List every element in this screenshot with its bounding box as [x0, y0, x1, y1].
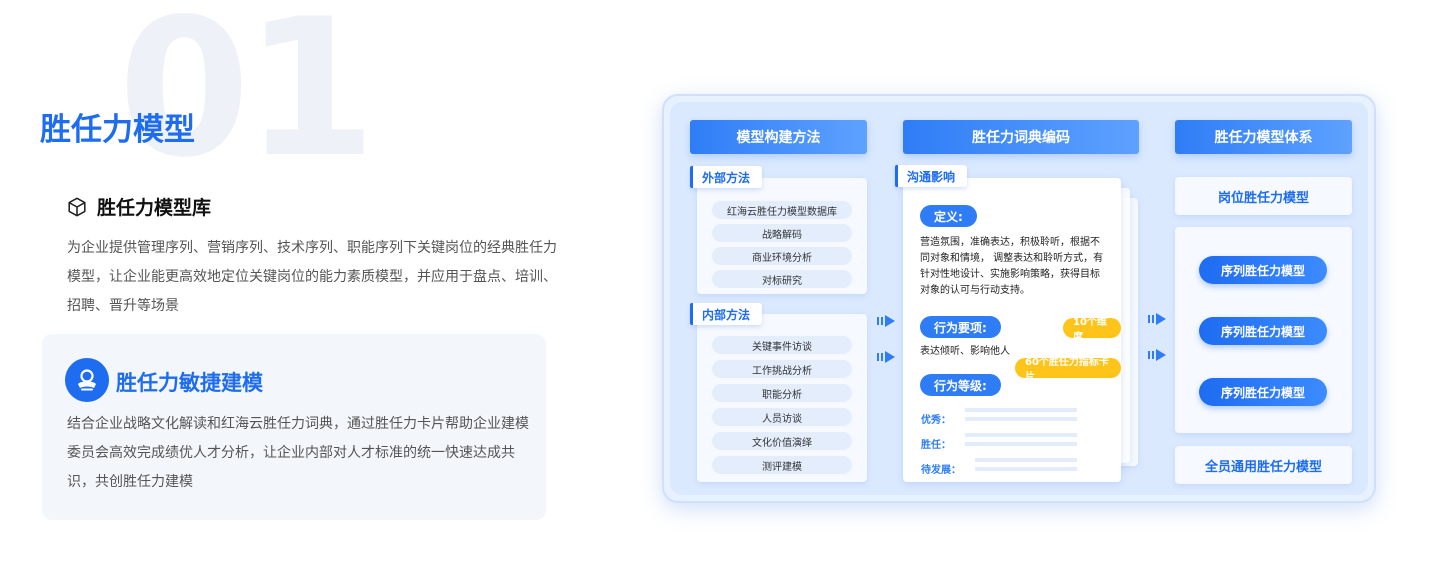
internal-method-item: 测评建模	[712, 456, 852, 474]
internal-method-item: 关键事件访谈	[712, 336, 852, 354]
internal-method-item: 职能分析	[712, 384, 852, 402]
external-method-item: 战略解码	[712, 224, 852, 242]
library-description: 为企业提供管理序列、营销序列、技术序列、职能序列下关键岗位的经典胜任力模型，让企…	[67, 240, 557, 314]
column-header-system: 胜任力模型体系	[1175, 120, 1352, 154]
library-heading: 胜任力模型库	[66, 193, 211, 220]
column-header-method: 模型构建方法	[690, 120, 867, 154]
definition-label: 定义:	[920, 205, 977, 227]
agile-icon-circle	[65, 358, 109, 402]
competency-model-section: 01 胜任力模型 胜任力模型库 为企业提供管理序列、营销序列、技术序列、职能序列…	[0, 0, 1441, 574]
external-method-item: 红海云胜任力模型数据库	[712, 201, 852, 219]
agile-modeling-card: 胜任力敏捷建模 结合企业战略文化解读和红海云胜任力词典，通过胜任力卡片帮助企业建…	[42, 334, 546, 520]
external-method-item: 对标研究	[712, 270, 852, 288]
arrow-right-icon	[1148, 313, 1166, 325]
section-title: 胜任力模型	[40, 112, 195, 148]
cards-badge: 60个胜任力指标卡片	[1015, 357, 1121, 383]
level-competent: 胜任：	[921, 440, 951, 451]
competency-card: 定义: 营造氛围，准确表达，积极聆听，根据不同对象和情境， 调整表达和聆听方式，…	[903, 178, 1121, 482]
person-icon	[78, 369, 96, 391]
internal-method-item: 工作挑战分析	[712, 360, 852, 378]
behavior-label: 行为要项:	[920, 316, 1001, 338]
diagram-inner: 模型构建方法 胜任力词典编码 胜任力模型体系 红海云胜任力模型数据库 战略解码 …	[670, 102, 1368, 495]
level-bar	[975, 458, 1077, 462]
definition-text: 营造氛围，准确表达，积极聆听，根据不同对象和情境， 调整表达和聆听方式，有针对性…	[920, 237, 1104, 296]
common-competency-model: 全员通用胜任力模型	[1175, 446, 1352, 484]
internal-methods-tag: 内部方法	[690, 303, 763, 325]
internal-methods-panel: 关键事件访谈 工作挑战分析 职能分析 人员访谈 文化价值演绎 测评建模	[697, 314, 867, 482]
arrow-right-icon	[1148, 349, 1166, 361]
cube-outline-icon	[68, 197, 86, 216]
arrow-right-icon	[877, 315, 895, 327]
level-bar	[965, 408, 1077, 412]
sequence-model-button: 序列胜任力模型	[1199, 317, 1327, 345]
level-bar	[965, 442, 1077, 446]
level-bar	[965, 433, 1077, 437]
level-bar	[965, 417, 1077, 421]
internal-method-item: 文化价值演绎	[712, 432, 852, 450]
sequence-models-panel: 序列胜任力模型 序列胜任力模型 序列胜任力模型	[1175, 227, 1352, 433]
external-methods-panel: 红海云胜任力模型数据库 战略解码 商业环境分析 对标研究	[697, 178, 867, 294]
post-competency-model: 岗位胜任力模型	[1175, 177, 1352, 215]
section-number: 01	[118, 0, 376, 199]
level-excellent: 优秀：	[921, 415, 951, 426]
arrow-right-icon	[877, 351, 895, 363]
level-label: 行为等级:	[920, 374, 1001, 396]
library-heading-text: 胜任力模型库	[97, 197, 212, 219]
agile-description: 结合企业战略文化解读和红海云胜任力词典，通过胜任力卡片帮助企业建模委员会高效完成…	[67, 416, 529, 490]
dimensions-badge: 10个维度	[1063, 317, 1121, 343]
column-header-dictionary: 胜任力词典编码	[903, 120, 1139, 154]
level-bar	[975, 467, 1077, 471]
external-method-item: 商业环境分析	[712, 247, 852, 265]
behavior-text: 表达倾听、影响他人	[920, 346, 1010, 357]
internal-method-item: 人员访谈	[712, 408, 852, 426]
competency-diagram: 模型构建方法 胜任力词典编码 胜任力模型体系 红海云胜任力模型数据库 战略解码 …	[662, 94, 1376, 503]
sequence-model-button: 序列胜任力模型	[1199, 256, 1327, 284]
sequence-model-button: 序列胜任力模型	[1199, 378, 1327, 406]
competency-tag: 沟通影响	[895, 165, 968, 187]
external-methods-tag: 外部方法	[690, 166, 763, 188]
agile-heading: 胜任力敏捷建模	[116, 371, 263, 395]
level-developing: 待发展：	[921, 465, 961, 476]
